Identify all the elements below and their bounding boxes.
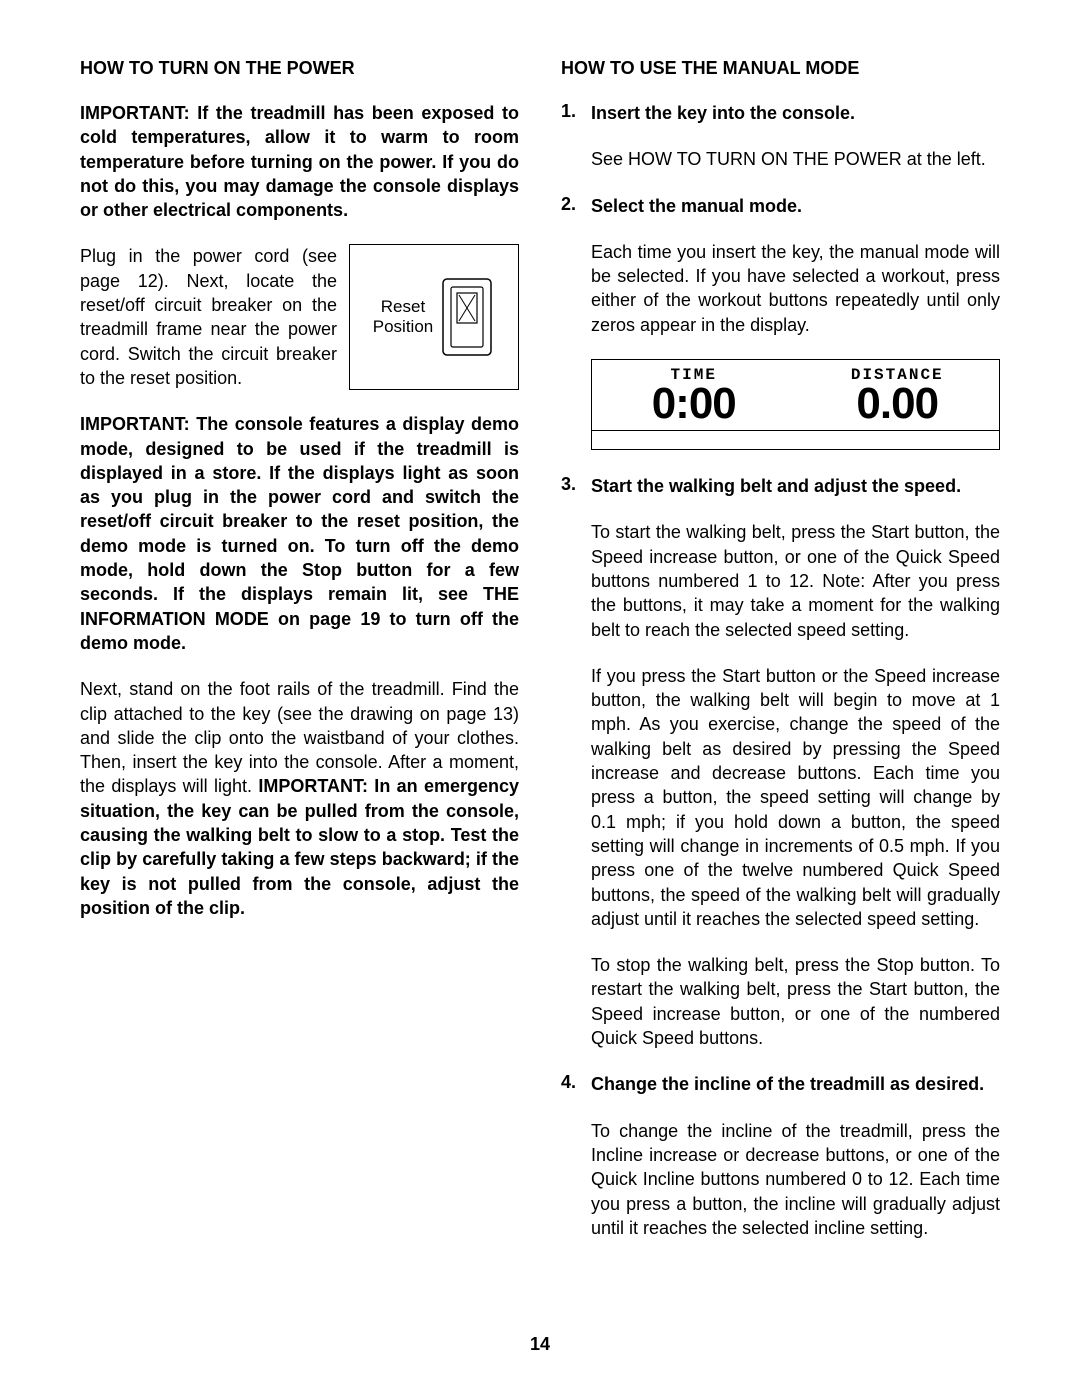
time-cell: TIME 0:00 bbox=[592, 360, 796, 430]
step-4: Change the incline of the treadmill as d… bbox=[561, 1072, 1000, 1240]
distance-cell: DISTANCE 0.00 bbox=[796, 360, 1000, 430]
step-2: Select the manual mode. Each time you in… bbox=[561, 194, 1000, 450]
left-heading: HOW TO TURN ON THE POWER bbox=[80, 58, 519, 79]
important-demo-mode: IMPORTANT: The console features a displa… bbox=[80, 412, 519, 655]
step-1: Insert the key into the console. See HOW… bbox=[561, 101, 1000, 172]
right-heading: HOW TO USE THE MANUAL MODE bbox=[561, 58, 1000, 79]
plug-in-text: Plug in the power cord (see page 12). Ne… bbox=[80, 244, 337, 390]
reset-position-figure: Reset Position bbox=[349, 244, 519, 390]
manual-page: HOW TO TURN ON THE POWER IMPORTANT: If t… bbox=[0, 0, 1080, 1397]
key-clip-paragraph: Next, stand on the foot rails of the tre… bbox=[80, 677, 519, 920]
manual-mode-steps: Insert the key into the console. See HOW… bbox=[561, 101, 1000, 1240]
console-display-figure: TIME 0:00 DISTANCE 0.00 bbox=[591, 359, 1000, 450]
step-3: Start the walking belt and adjust the sp… bbox=[561, 474, 1000, 1050]
reset-label: Reset Position bbox=[373, 297, 433, 338]
circuit-breaker-icon bbox=[439, 277, 495, 357]
right-column: HOW TO USE THE MANUAL MODE Insert the ke… bbox=[561, 58, 1000, 1262]
page-number: 14 bbox=[0, 1334, 1080, 1355]
left-column: HOW TO TURN ON THE POWER IMPORTANT: If t… bbox=[80, 58, 519, 1262]
important-cold-warning: IMPORTANT: If the treadmill has been exp… bbox=[80, 101, 519, 222]
reset-figure-row: Plug in the power cord (see page 12). Ne… bbox=[80, 244, 519, 390]
